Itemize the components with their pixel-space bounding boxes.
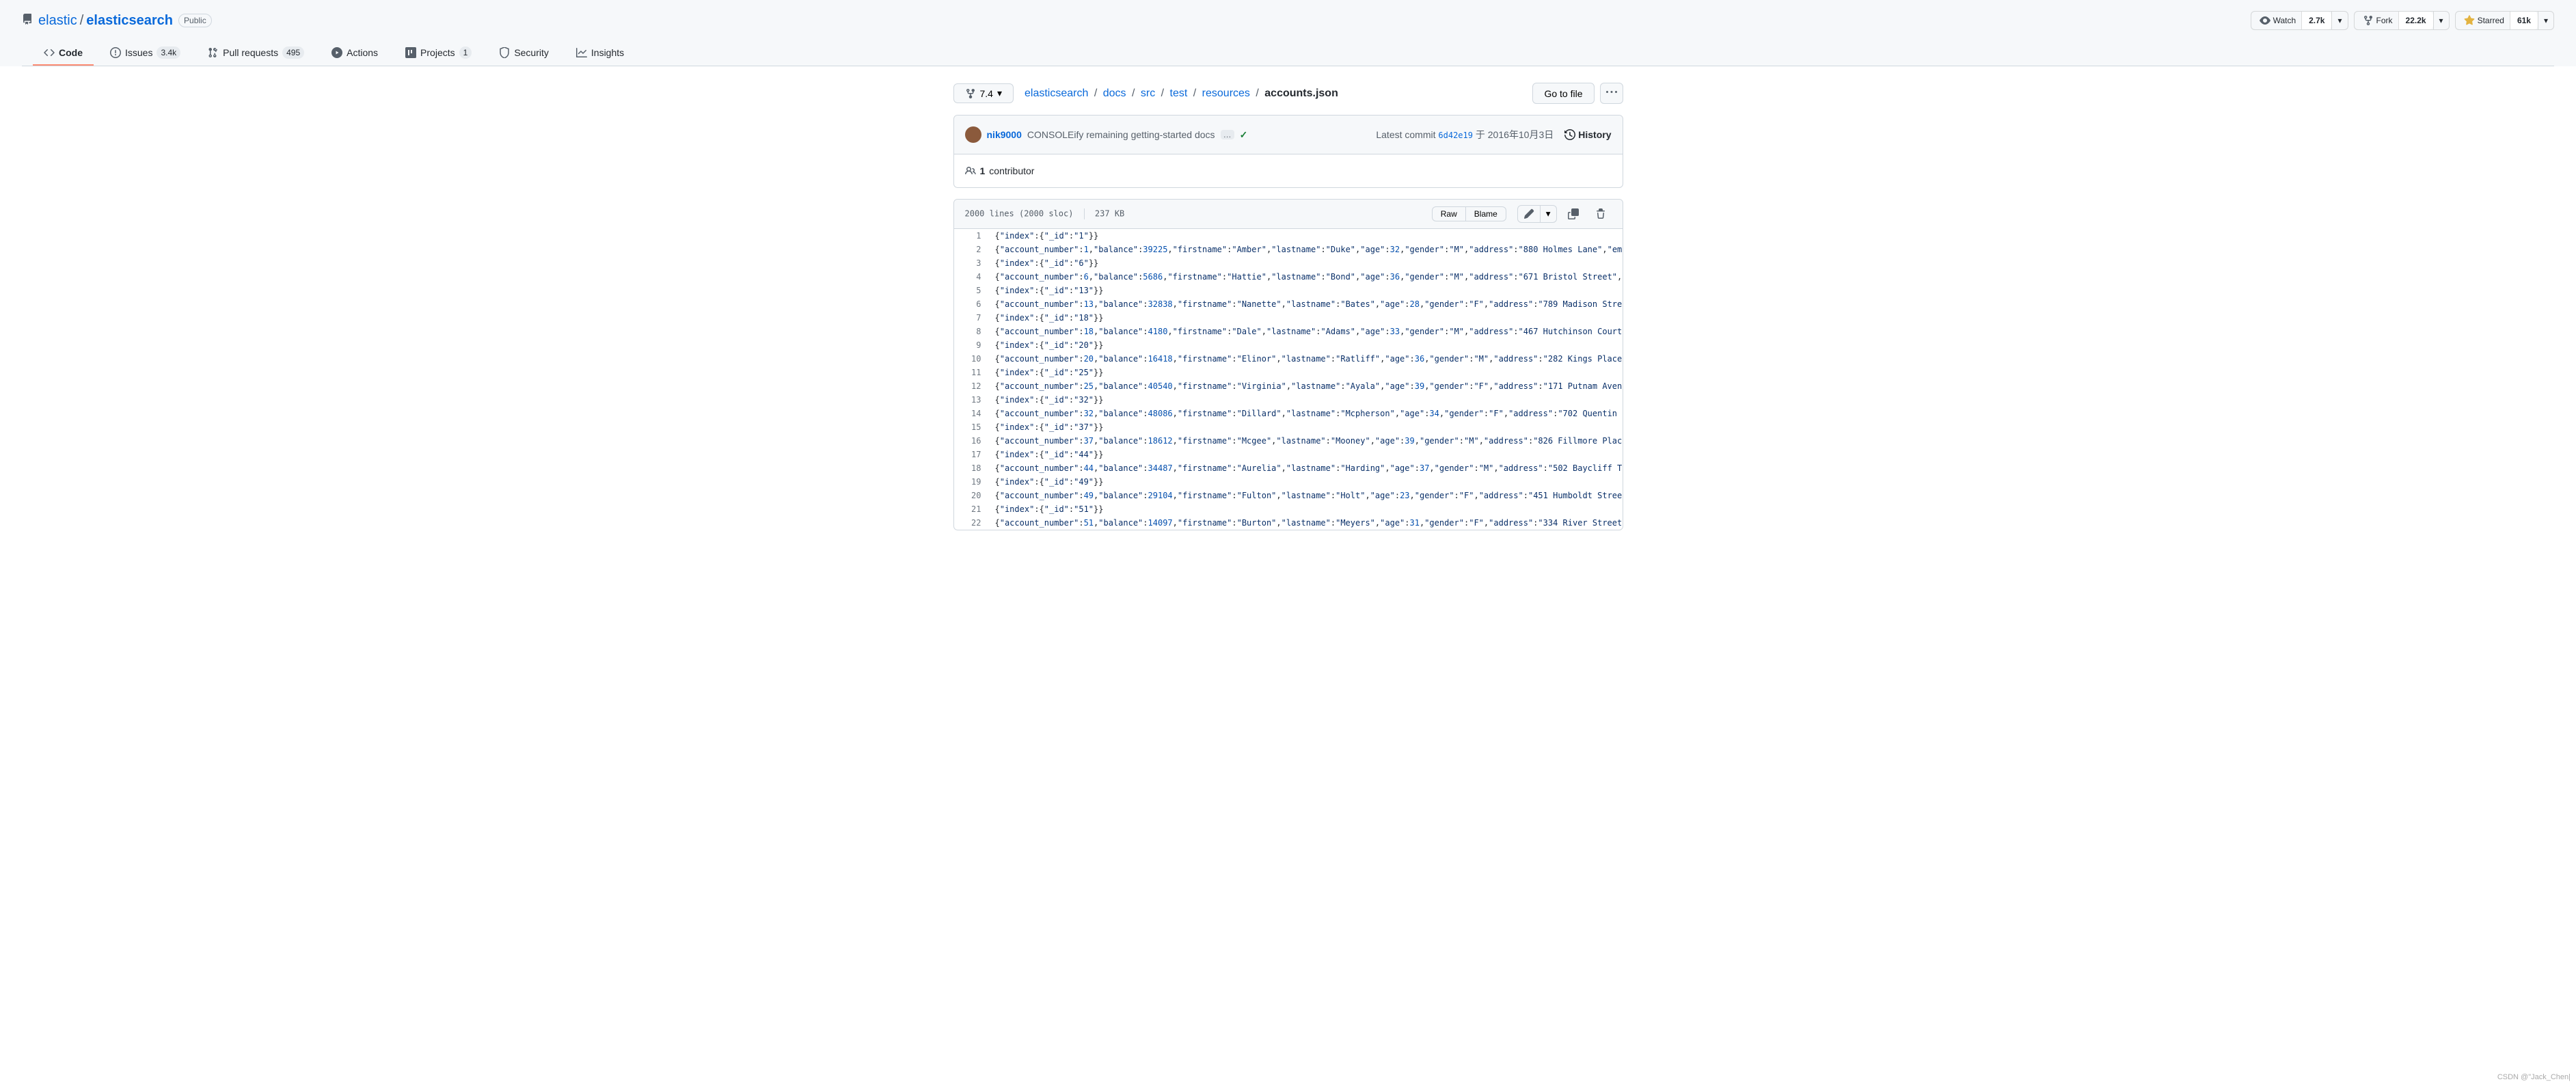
tab-security[interactable]: Security: [488, 41, 560, 66]
author-link[interactable]: nik9000: [987, 129, 1022, 140]
fork-caret[interactable]: ▾: [2434, 11, 2450, 30]
file-content: 1{"index":{"_id":"1"}}2{"account_number"…: [954, 229, 1623, 530]
owner-link[interactable]: elastic: [38, 13, 77, 29]
code-line: 10{"account_number":20,"balance":16418,"…: [954, 352, 1623, 366]
code-line: 18{"account_number":44,"balance":34487,"…: [954, 461, 1623, 475]
tab-issues[interactable]: Issues 3.4k: [99, 41, 191, 66]
commit-sha[interactable]: 6d42e19: [1438, 131, 1473, 140]
code-line: 12{"account_number":25,"balance":40540,"…: [954, 379, 1623, 393]
people-icon: [965, 165, 976, 176]
watch-button[interactable]: Watch 2.7k: [2251, 11, 2333, 30]
repo-nav: Code Issues 3.4k Pull requests 495 Actio…: [22, 41, 2554, 66]
code-line: 13{"index":{"_id":"32"}}: [954, 393, 1623, 407]
raw-button[interactable]: Raw: [1432, 206, 1466, 221]
watch-caret[interactable]: ▾: [2332, 11, 2348, 30]
code-line: 20{"account_number":49,"balance":29104,"…: [954, 489, 1623, 502]
projects-count: 1: [459, 46, 472, 59]
code-line: 7{"index":{"_id":"18"}}: [954, 311, 1623, 325]
tab-actions[interactable]: Actions: [321, 41, 389, 66]
code-line: 5{"index":{"_id":"13"}}: [954, 284, 1623, 297]
edit-button[interactable]: [1517, 205, 1541, 223]
code-line: 1{"index":{"_id":"1"}}: [954, 229, 1623, 243]
delete-button[interactable]: [1590, 206, 1612, 222]
chevron-down-icon: ▾: [997, 87, 1002, 99]
repo-icon: [22, 13, 33, 29]
commit-message[interactable]: CONSOLEify remaining getting-started doc…: [1027, 129, 1215, 140]
code-line: 4{"account_number":6,"balance":5686,"fir…: [954, 270, 1623, 284]
code-line: 11{"index":{"_id":"25"}}: [954, 366, 1623, 379]
fork-count: 22.2k: [2398, 12, 2433, 29]
code-line: 15{"index":{"_id":"37"}}: [954, 420, 1623, 434]
tab-pulls[interactable]: Pull requests 495: [197, 41, 315, 66]
commit-ellipsis[interactable]: …: [1221, 130, 1234, 139]
issues-count: 3.4k: [157, 46, 180, 59]
code-line: 6{"account_number":13,"balance":32838,"f…: [954, 297, 1623, 311]
code-line: 17{"index":{"_id":"44"}}: [954, 448, 1623, 461]
check-icon: ✓: [1240, 129, 1248, 141]
go-to-file-button[interactable]: Go to file: [1532, 83, 1594, 104]
watermark: CSDN @"Jack_Chen|: [2497, 1073, 2571, 1081]
code-line: 21{"index":{"_id":"51"}}: [954, 502, 1623, 516]
breadcrumb-segment[interactable]: test: [1170, 87, 1188, 99]
code-line: 22{"account_number":51,"balance":14097,"…: [954, 516, 1623, 530]
edit-caret[interactable]: ▾: [1541, 205, 1557, 223]
blame-button[interactable]: Blame: [1466, 206, 1506, 221]
breadcrumb-segment[interactable]: src: [1141, 87, 1155, 99]
history-link[interactable]: History: [1564, 129, 1611, 140]
star-caret[interactable]: ▾: [2538, 11, 2554, 30]
star-button[interactable]: Starred 61k: [2455, 11, 2538, 30]
fork-button[interactable]: Fork 22.2k: [2354, 11, 2434, 30]
branch-select[interactable]: 7.4 ▾: [953, 83, 1014, 103]
pulls-count: 495: [282, 46, 304, 59]
visibility-badge: Public: [178, 14, 212, 27]
code-line: 8{"account_number":18,"balance":4180,"fi…: [954, 325, 1623, 338]
breadcrumb-segment[interactable]: elasticsearch: [1025, 87, 1088, 99]
contributors-row[interactable]: 1 contributor: [954, 154, 1623, 187]
breadcrumb-segment[interactable]: docs: [1103, 87, 1126, 99]
watch-count: 2.7k: [2301, 12, 2331, 29]
file-info: 2000 lines (2000 sloc) 237 KB: [965, 208, 1125, 219]
copy-button[interactable]: [1562, 206, 1584, 222]
breadcrumb: elasticsearch / docs / src / test / reso…: [1025, 87, 1338, 100]
code-line: 9{"index":{"_id":"20"}}: [954, 338, 1623, 352]
repo-link[interactable]: elasticsearch: [86, 13, 173, 29]
code-line: 14{"account_number":32,"balance":48086,"…: [954, 407, 1623, 420]
avatar[interactable]: [965, 126, 981, 143]
code-line: 3{"index":{"_id":"6"}}: [954, 256, 1623, 270]
tab-code[interactable]: Code: [33, 41, 94, 66]
repo-title: elastic / elasticsearch Public: [22, 13, 212, 29]
tab-insights[interactable]: Insights: [565, 41, 635, 66]
breadcrumb-file: accounts.json: [1264, 87, 1338, 99]
star-count: 61k: [2510, 12, 2538, 29]
breadcrumb-segment[interactable]: resources: [1202, 87, 1250, 99]
tab-projects[interactable]: Projects 1: [394, 41, 483, 66]
code-line: 16{"account_number":37,"balance":18612,"…: [954, 434, 1623, 448]
more-options-button[interactable]: [1600, 83, 1623, 104]
code-line: 19{"index":{"_id":"49"}}: [954, 475, 1623, 489]
code-line: 2{"account_number":1,"balance":39225,"fi…: [954, 243, 1623, 256]
